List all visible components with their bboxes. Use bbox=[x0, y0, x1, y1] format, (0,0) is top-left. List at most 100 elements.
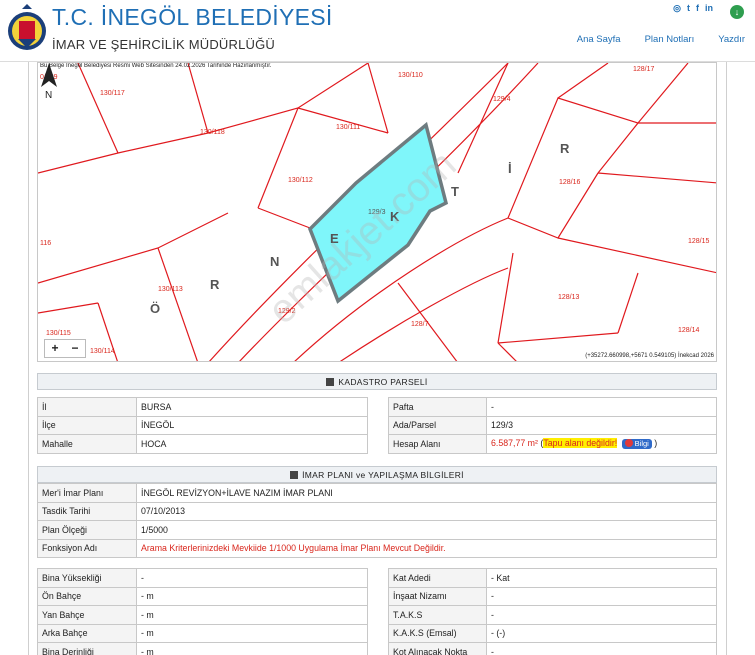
svg-text:130/118: 130/118 bbox=[200, 129, 225, 136]
row-value: - m bbox=[136, 623, 368, 643]
page-border-left bbox=[28, 62, 29, 655]
linkedin-icon[interactable]: in bbox=[705, 3, 713, 14]
bilgi-button[interactable]: Bilgi bbox=[621, 439, 652, 450]
svg-text:128/14: 128/14 bbox=[678, 327, 700, 334]
table-row: Pafta - bbox=[388, 397, 717, 417]
imar-heading: İMAR PLANI ve YAPILAŞMA BİLGİLERİ bbox=[37, 466, 717, 483]
zoom-control: + − bbox=[44, 339, 86, 358]
row-label: Mer'i İmar Planı bbox=[37, 483, 137, 503]
page-border-right bbox=[726, 62, 727, 655]
svg-text:R: R bbox=[210, 277, 220, 292]
table-row: Ada/Parsel 129/3 bbox=[388, 415, 717, 435]
table-row: İlçe İNEGÖL bbox=[37, 415, 368, 435]
row-label: Kat Adedi bbox=[388, 568, 487, 588]
svg-text:K: K bbox=[390, 209, 400, 224]
svg-text:130/117: 130/117 bbox=[100, 90, 125, 97]
svg-text:Ö: Ö bbox=[150, 301, 160, 316]
row-label: Fonksiyon Adı bbox=[37, 538, 137, 558]
page-header: T.C. İNEGÖL BELEDİYESİ İMAR VE ŞEHİRCİLİ… bbox=[0, 0, 755, 62]
nav-yazdir[interactable]: Yazdır bbox=[718, 34, 745, 45]
table-row: Tasdik Tarihi 07/10/2013 bbox=[37, 501, 717, 521]
twitter-icon[interactable]: t bbox=[687, 3, 690, 14]
svg-text:130/115: 130/115 bbox=[46, 330, 71, 337]
svg-text:128/16: 128/16 bbox=[559, 179, 581, 186]
svg-text:T: T bbox=[451, 184, 459, 199]
row-value: - m bbox=[136, 586, 368, 606]
nav-plan-notlari[interactable]: Plan Notları bbox=[645, 34, 695, 45]
zoom-out-button[interactable]: − bbox=[65, 340, 85, 357]
page-title: T.C. İNEGÖL BELEDİYESİ bbox=[52, 4, 333, 30]
svg-text:128/17: 128/17 bbox=[633, 66, 655, 73]
row-label: Bina Yüksekliği bbox=[37, 568, 137, 588]
table-row: Kat Adedi - Kat bbox=[388, 568, 717, 588]
row-value: İNEGÖL REVİZYON+İLAVE NAZIM İMAR PLANI bbox=[136, 483, 717, 503]
row-value: İNEGÖL bbox=[136, 415, 368, 435]
svg-text:129/4: 129/4 bbox=[493, 96, 511, 103]
table-row: İl BURSA bbox=[37, 397, 368, 417]
row-value: - m bbox=[136, 605, 368, 625]
row-label: Ada/Parsel bbox=[388, 415, 487, 435]
fonksiyon-value: Arama Kriterlerinizdeki Mevkiide 1/1000 … bbox=[136, 538, 717, 558]
table-row: Bina Yüksekliği - bbox=[37, 568, 368, 588]
table-row: K.A.K.S (Emsal) - (-) bbox=[388, 623, 717, 643]
table-row: Hesap Alanı 6.587,77 m² (Tapu alanı deği… bbox=[388, 434, 717, 454]
table-row: Mahalle HOCA bbox=[37, 434, 368, 454]
row-value: 07/10/2013 bbox=[136, 501, 717, 521]
svg-text:130/113: 130/113 bbox=[158, 286, 183, 293]
facebook-icon[interactable]: f bbox=[696, 3, 699, 14]
parcel-icon bbox=[326, 378, 335, 386]
row-value: - m bbox=[136, 642, 368, 655]
hesap-value: 6.587,77 m² bbox=[491, 438, 538, 449]
row-label: T.A.K.S bbox=[388, 605, 487, 625]
row-label: Plan Ölçeği bbox=[37, 520, 137, 540]
row-value: 6.587,77 m² (Tapu alanı değildir! Bilgi … bbox=[486, 434, 717, 454]
row-label: K.A.K.S (Emsal) bbox=[388, 623, 487, 643]
row-label: Arka Bahçe bbox=[37, 623, 137, 643]
row-label: Bina Derinliği bbox=[37, 642, 137, 655]
svg-text:128/15: 128/15 bbox=[688, 238, 710, 245]
svg-text:130/110: 130/110 bbox=[398, 72, 423, 79]
info-icon bbox=[624, 439, 633, 448]
svg-text:128/13: 128/13 bbox=[558, 294, 580, 301]
row-value: - (-) bbox=[486, 623, 717, 643]
table-row: İnşaat Nizamı - bbox=[388, 586, 717, 606]
zoom-in-button[interactable]: + bbox=[45, 340, 65, 357]
table-row: Arka Bahçe - m bbox=[37, 623, 368, 643]
row-label: Mahalle bbox=[37, 434, 137, 454]
tapu-warning: Tapu alanı değildir! bbox=[543, 438, 618, 449]
row-value: - Kat bbox=[486, 568, 717, 588]
map-canvas: 0/129 130/117 130/110 128/17 129/4 130/1… bbox=[38, 63, 716, 361]
top-nav: Ana Sayfa Plan Notları Yazdır bbox=[577, 34, 745, 45]
row-value: 129/3 bbox=[486, 415, 717, 435]
parcel-map[interactable]: 0/129 130/117 130/110 128/17 129/4 130/1… bbox=[37, 62, 717, 362]
kadastro-heading: KADASTRO PARSELİ bbox=[37, 373, 717, 390]
row-label: İnşaat Nizamı bbox=[388, 586, 487, 606]
yapilasma-left-table: Bina Yüksekliği - Ön Bahçe - m Yan Bahçe… bbox=[37, 568, 368, 655]
page-subtitle: İMAR VE ŞEHİRCİLİK MÜDÜRLÜĞÜ bbox=[52, 37, 276, 52]
download-icon[interactable]: ↓ bbox=[730, 5, 744, 19]
north-arrow-icon: N bbox=[41, 63, 57, 99]
map-note: Bu Belge İnegöl Belediyesi Resmi Web Sit… bbox=[40, 63, 272, 69]
table-icon bbox=[290, 471, 299, 479]
row-label: Hesap Alanı bbox=[388, 434, 487, 454]
table-row: T.A.K.S - bbox=[388, 605, 717, 625]
municipality-logo bbox=[8, 4, 46, 50]
row-label: Ön Bahçe bbox=[37, 586, 137, 606]
svg-text:129/3: 129/3 bbox=[368, 209, 386, 216]
nav-ana-sayfa[interactable]: Ana Sayfa bbox=[577, 34, 621, 45]
row-value: - bbox=[486, 586, 717, 606]
social-links: ◎ t f in bbox=[673, 3, 713, 14]
svg-text:128/7: 128/7 bbox=[411, 321, 429, 328]
row-value: HOCA bbox=[136, 434, 368, 454]
row-label: Yan Bahçe bbox=[37, 605, 137, 625]
yapilasma-right-table: Kat Adedi - Kat İnşaat Nizamı - T.A.K.S … bbox=[388, 568, 717, 655]
row-value: - bbox=[136, 568, 368, 588]
svg-text:İ: İ bbox=[508, 161, 512, 176]
kadastro-left-table: İl BURSA İlçe İNEGÖL Mahalle HOCA bbox=[37, 397, 368, 454]
svg-text:129/2: 129/2 bbox=[278, 308, 296, 315]
row-label: Pafta bbox=[388, 397, 487, 417]
svg-text:E: E bbox=[330, 231, 339, 246]
row-label: İlçe bbox=[37, 415, 137, 435]
web-icon[interactable]: ◎ bbox=[673, 3, 681, 14]
row-value: - bbox=[486, 605, 717, 625]
